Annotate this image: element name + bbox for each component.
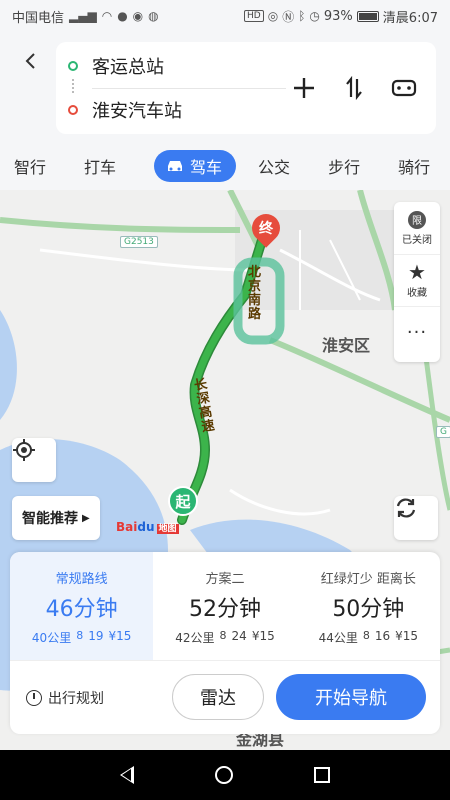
tab-bike[interactable]: 骑行	[398, 154, 430, 178]
end-location-text: 淮安汽车站	[92, 101, 182, 122]
plan-option-3[interactable]: 红绿灯少 距离长 50分钟 44公里 8 16 ¥15	[297, 552, 440, 660]
clock-icon	[26, 690, 42, 706]
traffic-light-icon: 8	[219, 629, 227, 642]
car-icon	[168, 161, 183, 171]
system-nav-bar	[0, 750, 450, 800]
plan-option-1[interactable]: 常规路线 46分钟 40公里 8 19 ¥15	[10, 552, 154, 660]
route-header: 客运总站 淮安汽车站	[0, 32, 450, 142]
tab-taxi[interactable]: 打车	[84, 154, 116, 178]
plan-lights: 24	[231, 629, 247, 643]
plan-distance: 44公里	[318, 631, 358, 645]
nfc-icon: Ⓝ	[282, 9, 295, 24]
eye-icon: ◎	[267, 9, 279, 23]
nav-home-icon[interactable]	[214, 766, 233, 784]
plan-time: 50分钟	[332, 597, 405, 622]
tab-drive-label: 驾车	[190, 158, 223, 177]
end-location-field[interactable]: 淮安汽车站	[68, 90, 182, 130]
plan-name: 方案二	[205, 572, 245, 587]
tab-bus[interactable]: 公交	[258, 154, 290, 178]
plan-toll: ¥15	[251, 629, 275, 643]
restriction-label: 已关闭	[402, 234, 432, 246]
car-settings-button[interactable]	[390, 74, 418, 102]
more-icon: ···	[406, 322, 428, 343]
nav-back-icon[interactable]	[120, 766, 135, 784]
plan-distance: 40公里	[31, 631, 72, 645]
plan-lights: 16	[374, 629, 391, 643]
chevron-left-icon	[25, 53, 35, 69]
start-location-text: 客运总站	[92, 57, 164, 78]
refresh-route-button[interactable]	[394, 496, 438, 540]
wifi-icon: ◠	[101, 9, 113, 23]
route-input-box: 客运总站 淮安汽车站	[56, 42, 436, 134]
tab-walk[interactable]: 步行	[328, 154, 360, 178]
plan-toll: ¥15	[108, 629, 132, 643]
clock-time: 清晨6:07	[382, 10, 438, 26]
bluetooth-icon: ᛒ	[298, 9, 306, 23]
end-dot-icon	[68, 105, 78, 115]
status-bar: 中国电信 ▂▄▆ ◠ ● ◉ ◍ HD ◎ Ⓝ ᛒ ◷ 93% 清晨6:07	[0, 0, 450, 32]
favorite-label: 收藏	[407, 288, 427, 299]
traffic-restriction-button[interactable]: 限 已关闭	[394, 202, 440, 254]
restriction-icon: 限	[408, 210, 426, 229]
start-dot-icon	[68, 61, 78, 71]
plus-icon	[294, 78, 314, 98]
plan-time: 46分钟	[45, 597, 118, 622]
car-plate-icon	[391, 79, 417, 97]
swap-route-button[interactable]	[340, 74, 368, 102]
signal-icon: ▂▄▆	[69, 9, 97, 23]
start-marker[interactable]: 起	[168, 486, 198, 516]
plan-name: 红绿灯少 距离长	[320, 572, 416, 587]
plan-lights: 19	[88, 629, 104, 643]
carrier-label: 中国电信	[12, 10, 65, 26]
plan-option-2[interactable]: 方案二 52分钟 42公里 8 24 ¥15	[153, 552, 296, 660]
tab-drive[interactable]: 驾车	[154, 150, 237, 182]
map-tools-panel: 限 已关闭 ★ 收藏 ···	[394, 202, 440, 362]
road-label-beijing-south: 北京南路	[248, 265, 262, 322]
minor-road	[39, 248, 251, 272]
district-label: 淮安区	[322, 336, 371, 355]
message-icon: ◍	[148, 9, 159, 23]
minor-road	[229, 488, 331, 516]
hd-icon: HD	[244, 10, 264, 22]
radar-button[interactable]: 雷达	[172, 674, 264, 720]
route-plans-card: 常规路线 46分钟 40公里 8 19 ¥15 方案二 52分钟 42公里 8 24…	[10, 552, 440, 734]
battery-percent: 93%	[323, 8, 353, 24]
plan-time: 52分钟	[188, 597, 261, 622]
location-target-icon	[13, 439, 35, 461]
highway-tag: G2513	[120, 236, 158, 248]
start-navigation-button[interactable]: 开始导航	[276, 674, 426, 720]
locate-button[interactable]	[12, 438, 56, 482]
trip-plan-button[interactable]: 出行规划	[26, 680, 104, 716]
tab-smart[interactable]: 智行	[14, 154, 46, 178]
add-waypoint-button[interactable]	[290, 74, 318, 102]
traffic-light-icon: 8	[362, 629, 370, 642]
baidu-map-logo: Baidu 地图	[116, 520, 179, 534]
nav-recents-icon[interactable]	[313, 767, 330, 783]
smart-recommend-label: 智能推荐	[22, 511, 78, 527]
back-button[interactable]	[18, 50, 44, 76]
favorite-button[interactable]: ★ 收藏	[394, 254, 440, 306]
route-divider	[92, 88, 286, 89]
qq-icon: ◉	[132, 9, 144, 23]
battery-icon	[356, 10, 379, 22]
card-divider	[10, 660, 440, 661]
start-location-field[interactable]: 客运总站	[68, 46, 164, 86]
star-icon: ★	[408, 260, 426, 284]
plan-name: 常规路线	[55, 572, 108, 587]
refresh-icon	[396, 498, 416, 518]
traffic-light-icon: 8	[76, 629, 84, 642]
alarm-icon: ◷	[309, 9, 320, 23]
lake-area-3	[0, 310, 17, 420]
more-button[interactable]: ···	[394, 306, 440, 358]
highway-tag: G	[436, 426, 450, 438]
trip-plan-label: 出行规划	[48, 691, 104, 707]
plan-distance: 42公里	[175, 631, 215, 645]
travel-mode-tabs: 智行 打车 驾车 公交 步行 骑行	[0, 142, 450, 190]
highway-road	[0, 217, 241, 233]
smart-recommend-button[interactable]: 智能推荐 ▶	[12, 496, 100, 540]
plan-toll: ¥15	[395, 629, 419, 643]
triangle-right-icon: ▶	[82, 512, 90, 524]
notification-icon: ●	[117, 9, 128, 23]
swap-icon	[346, 76, 362, 100]
